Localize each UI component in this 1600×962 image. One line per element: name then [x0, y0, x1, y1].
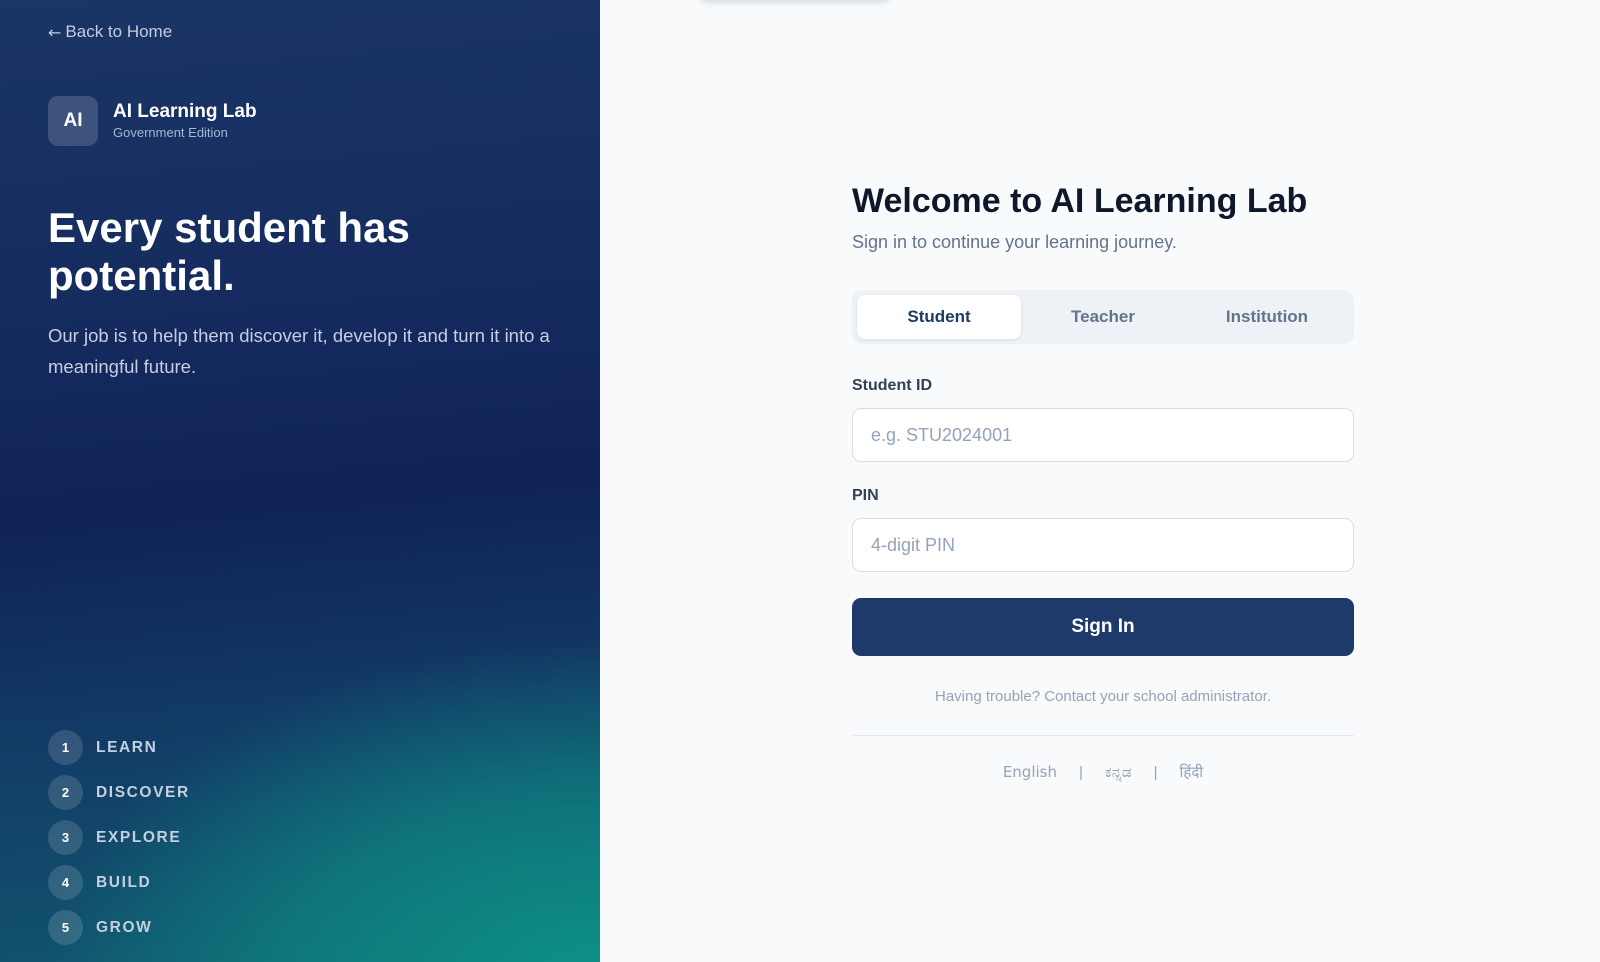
step-build: 4 BUILD	[48, 865, 190, 900]
sign-in-button[interactable]: Sign In	[852, 598, 1354, 656]
language-kannada[interactable]: ಕನ್ನಡ	[1105, 763, 1132, 781]
login-panel: Welcome to AI Learning Lab Sign in to co…	[600, 0, 1600, 962]
language-english[interactable]: English	[1003, 763, 1057, 781]
step-label: GROW	[96, 918, 153, 936]
language-separator: |	[1153, 763, 1158, 781]
back-to-home-link[interactable]: ← Back to Home	[48, 22, 172, 42]
brand-logo: AI	[48, 96, 98, 146]
step-explore: 3 EXPLORE	[48, 820, 190, 855]
student-id-input[interactable]	[852, 408, 1354, 462]
journey-steps: 1 LEARN 2 DISCOVER 3 EXPLORE 4 BUILD 5 G…	[48, 730, 190, 955]
step-label: BUILD	[96, 873, 152, 891]
tab-institution[interactable]: Institution	[1185, 295, 1349, 339]
step-label: EXPLORE	[96, 828, 182, 846]
hero-title: Every student has potential.	[48, 204, 410, 299]
pin-input[interactable]	[852, 518, 1354, 572]
step-number-badge: 3	[48, 820, 83, 855]
brand-text: AI Learning Lab Government Edition	[113, 100, 257, 142]
login-title: Welcome to AI Learning Lab	[852, 182, 1308, 220]
help-text[interactable]: Having trouble? Contact your school admi…	[852, 688, 1354, 705]
role-tabs: Student Teacher Institution	[852, 290, 1354, 344]
step-number-badge: 4	[48, 865, 83, 900]
student-id-label: Student ID	[852, 377, 932, 394]
step-learn: 1 LEARN	[48, 730, 190, 765]
brand-name: AI Learning Lab	[113, 101, 257, 122]
login-form: Welcome to AI Learning Lab Sign in to co…	[852, 178, 1354, 782]
step-number-badge: 5	[48, 910, 83, 945]
hero-description: Our job is to help them discover it, dev…	[48, 325, 550, 377]
arrow-left-icon: ←	[48, 22, 62, 42]
step-number-badge: 2	[48, 775, 83, 810]
step-discover: 2 DISCOVER	[48, 775, 190, 810]
step-label: DISCOVER	[96, 783, 190, 801]
brand-edition: Government Edition	[113, 125, 228, 140]
step-label: LEARN	[96, 738, 158, 756]
login-subtitle: Sign in to continue your learning journe…	[852, 232, 1177, 252]
pin-label: PIN	[852, 487, 879, 504]
back-link-label: Back to Home	[65, 22, 173, 41]
brand: AI AI Learning Lab Government Edition	[48, 96, 257, 146]
tab-student[interactable]: Student	[857, 295, 1021, 339]
language-separator: |	[1078, 763, 1083, 781]
tab-teacher[interactable]: Teacher	[1021, 295, 1185, 339]
step-grow: 5 GROW	[48, 910, 190, 945]
language-hindi[interactable]: हिंदी	[1179, 762, 1203, 782]
step-number-badge: 1	[48, 730, 83, 765]
divider	[852, 735, 1354, 736]
hero-panel: ← Back to Home AI AI Learning Lab Govern…	[0, 0, 600, 962]
language-switcher: English | ಕನ್ನಡ | हिंदी	[852, 762, 1354, 782]
